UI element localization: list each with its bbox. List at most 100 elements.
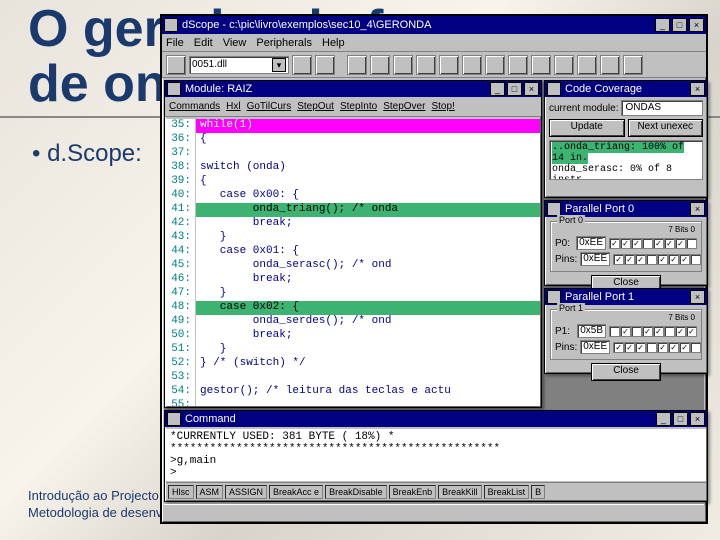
stop-link[interactable]: Stop! [431, 101, 454, 112]
menu-edit[interactable]: Edit [194, 37, 213, 49]
bit-checkbox[interactable]: ✓ [675, 238, 686, 249]
code-line[interactable]: 37: [166, 147, 540, 161]
tool11-icon[interactable] [577, 55, 597, 75]
coverage-update-button[interactable]: Update [549, 119, 625, 137]
bit-checkbox[interactable]: ✓ [653, 326, 664, 337]
code-line[interactable]: 51: } [166, 343, 540, 357]
code-max-button[interactable]: □ [507, 82, 522, 96]
reset-icon[interactable] [292, 55, 312, 75]
bit-checkbox[interactable]: ✓ [675, 326, 686, 337]
coverage-module-field[interactable]: ONDAS [621, 100, 703, 116]
bit-checkbox[interactable]: ✓ [620, 238, 631, 249]
code-line[interactable]: 48: case 0x02: { [166, 301, 540, 315]
bit-checkbox[interactable]: ✓ [620, 326, 631, 337]
bit-checkbox[interactable]: ✓ [653, 238, 664, 249]
bit-checkbox[interactable] [686, 238, 697, 249]
reg-icon[interactable] [416, 55, 436, 75]
code-line[interactable]: 46: break; [166, 273, 540, 287]
cmds-link[interactable]: Commands [169, 101, 220, 112]
sym-icon[interactable] [508, 55, 528, 75]
bit-checkbox[interactable]: ✓ [679, 254, 690, 265]
bit-checkbox[interactable] [690, 254, 701, 265]
pp-hex-field[interactable]: 0xEE [580, 252, 610, 266]
bit-checkbox[interactable]: ✓ [642, 326, 653, 337]
menu-help[interactable]: Help [322, 37, 345, 49]
bit-checkbox[interactable]: ✓ [668, 254, 679, 265]
code-line[interactable]: 53: [166, 371, 540, 385]
bit-checkbox[interactable]: ✓ [664, 238, 675, 249]
bit-checkbox[interactable]: ✓ [624, 342, 635, 353]
bit-checkbox[interactable]: ✓ [631, 238, 642, 249]
code-body[interactable]: 35:while(1)36:{37:38:switch (onda)39:{40… [166, 119, 540, 406]
pp0-close-button[interactable]: × [690, 202, 705, 216]
code-line[interactable]: 49: onda_serdes(); /* ond [166, 315, 540, 329]
bit-checkbox[interactable]: ✓ [613, 342, 624, 353]
maximize-button[interactable]: □ [672, 18, 687, 32]
bit-checkbox[interactable] [642, 238, 653, 249]
command-max-button[interactable]: □ [673, 412, 688, 426]
command-min-button[interactable]: _ [656, 412, 671, 426]
bit-checkbox[interactable]: ✓ [635, 254, 646, 265]
bit-checkbox[interactable] [690, 342, 701, 353]
stepout-link[interactable]: StepOut [297, 101, 334, 112]
code-line[interactable]: 44: case 0x01: { [166, 245, 540, 259]
command-body[interactable]: *CURRENTLY USED: 381 BYTE ( 18%) *******… [166, 429, 706, 481]
code-titlebar[interactable]: Module: RAIZ _ □ × [165, 81, 541, 97]
app-titlebar[interactable]: dScope - c:\pic\livro\exemplos\sec10_4\G… [162, 16, 706, 34]
coverage-next-button[interactable]: Next unexec [628, 119, 704, 137]
coverage-list[interactable]: ..onda_triang: 100% of 14 in. onda_seras… [549, 140, 703, 180]
bit-checkbox[interactable]: ✓ [635, 342, 646, 353]
tool12-icon[interactable] [600, 55, 620, 75]
perf-icon[interactable] [462, 55, 482, 75]
pp1-close-btn[interactable]: Close [591, 363, 661, 381]
code-line[interactable]: 38:switch (onda) [166, 161, 540, 175]
status-cell[interactable]: BreakEnb [389, 485, 437, 499]
stepinto-link[interactable]: StepInto [340, 101, 377, 112]
pp-hex-field[interactable]: 0xEE [576, 236, 606, 250]
code-line[interactable]: 50: break; [166, 329, 540, 343]
module-icon[interactable] [347, 55, 367, 75]
bit-checkbox[interactable]: ✓ [679, 342, 690, 353]
pp1-close-button[interactable]: × [690, 290, 705, 304]
pp-hex-field[interactable]: 0x5B [577, 324, 606, 338]
status-cell[interactable]: ASSIGN [225, 485, 267, 499]
help-icon[interactable] [315, 55, 335, 75]
code-line[interactable]: 36:{ [166, 133, 540, 147]
code-close-button[interactable]: × [524, 82, 539, 96]
code-line[interactable]: 47: } [166, 287, 540, 301]
serial-icon[interactable] [439, 55, 459, 75]
tool10-icon[interactable] [554, 55, 574, 75]
code-line[interactable]: 45: onda_serasc(); /* ond [166, 259, 540, 273]
status-cell[interactable]: BreakDisable [325, 485, 387, 499]
menu-peripherals[interactable]: Peripherals [256, 37, 312, 49]
status-cell[interactable]: ASM [196, 485, 224, 499]
watch-icon[interactable] [370, 55, 390, 75]
bit-checkbox[interactable] [631, 326, 642, 337]
bit-checkbox[interactable]: ✓ [624, 254, 635, 265]
bit-checkbox[interactable]: ✓ [657, 342, 668, 353]
code-line[interactable]: 42: break; [166, 217, 540, 231]
code-line[interactable]: 55: [166, 399, 540, 406]
stepover-link[interactable]: StepOver [383, 101, 425, 112]
bit-checkbox[interactable]: ✓ [668, 342, 679, 353]
tool13-icon[interactable] [623, 55, 643, 75]
status-cell[interactable]: BreakKill [438, 485, 482, 499]
bit-checkbox[interactable]: ✓ [609, 238, 620, 249]
coverage-titlebar[interactable]: Code Coverage × [545, 81, 707, 97]
bit-checkbox[interactable] [646, 342, 657, 353]
hxl-link[interactable]: Hxl [226, 101, 240, 112]
code-min-button[interactable]: _ [490, 82, 505, 96]
code-line[interactable]: 39:{ [166, 175, 540, 189]
code-line[interactable]: 52:} /* (switch) */ [166, 357, 540, 371]
status-cell[interactable]: BreakList [484, 485, 530, 499]
status-cell[interactable]: B [531, 485, 545, 499]
cmd-icon[interactable] [531, 55, 551, 75]
command-close-button[interactable]: × [690, 412, 705, 426]
menu-view[interactable]: View [223, 37, 247, 49]
bit-checkbox[interactable]: ✓ [686, 326, 697, 337]
code-line[interactable]: 40: case 0x00: { [166, 189, 540, 203]
dll-combo[interactable]: 0051.dll ▾ [189, 56, 289, 74]
coverage-close-button[interactable]: × [690, 82, 705, 96]
code-line[interactable]: 43: } [166, 231, 540, 245]
mem-icon[interactable] [393, 55, 413, 75]
